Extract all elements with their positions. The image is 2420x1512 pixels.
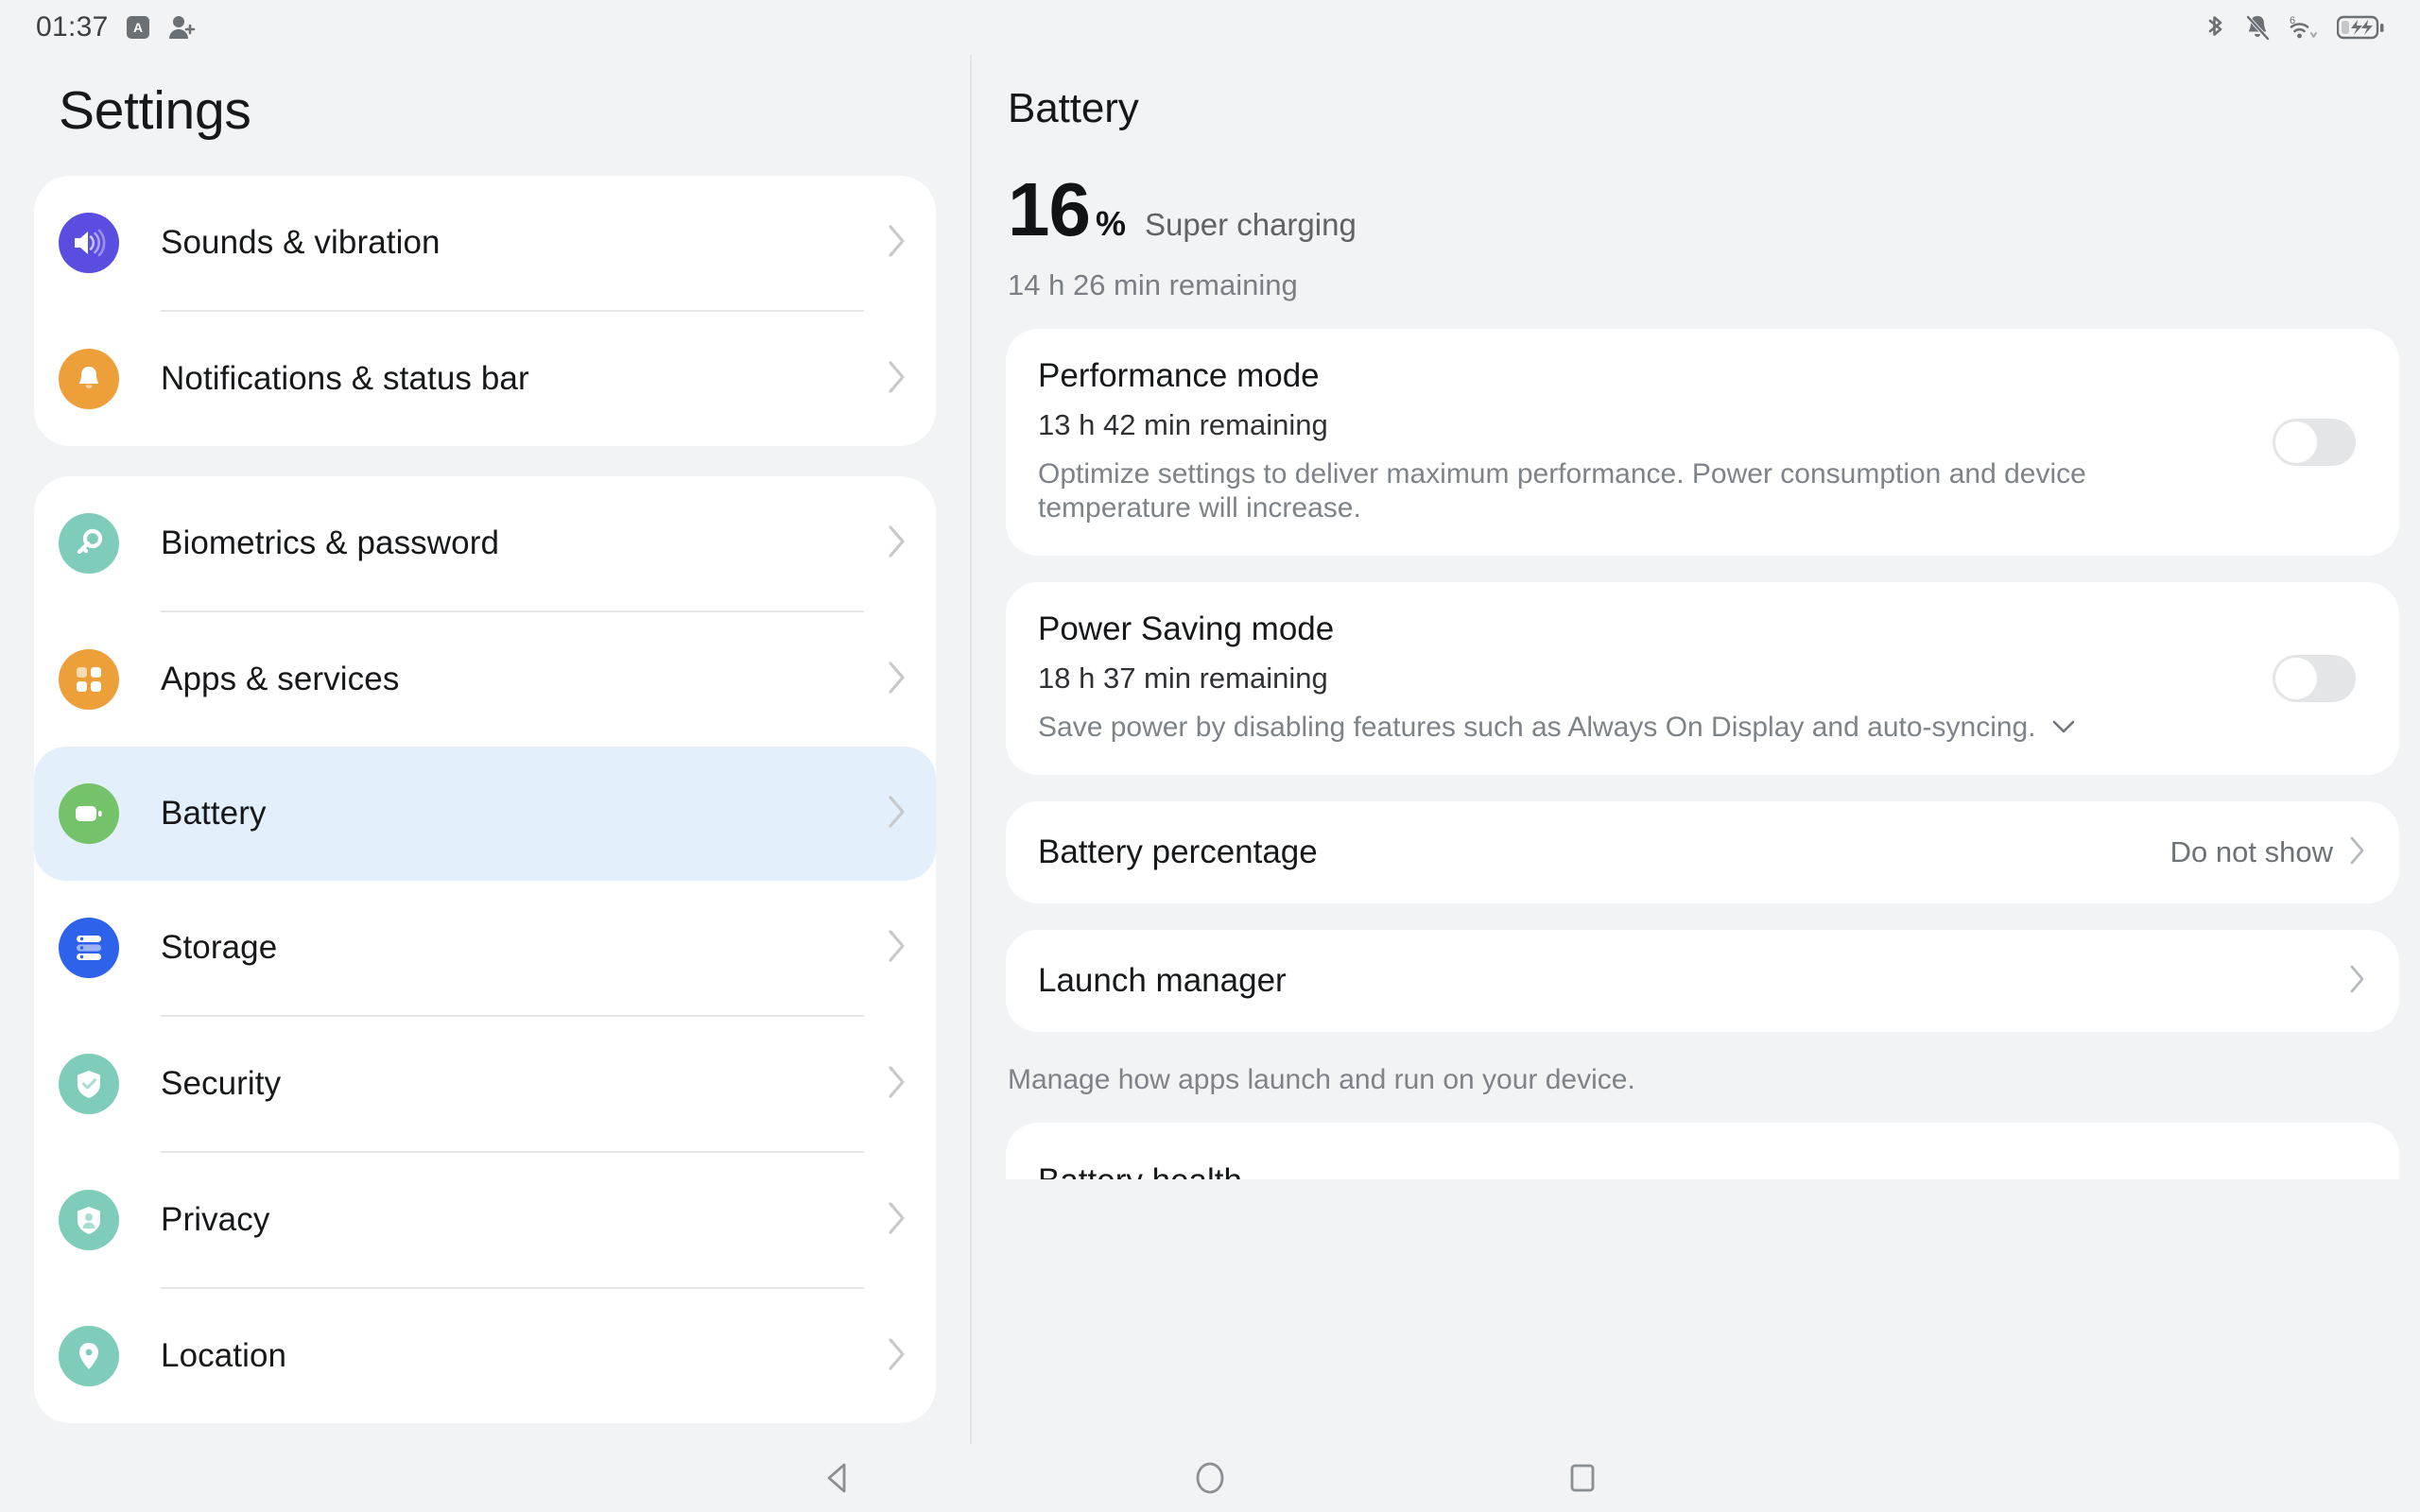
sidebar-item-notifications-status-bar[interactable]: Notifications & status bar: [34, 312, 936, 446]
text-selection-icon: A: [126, 15, 150, 40]
launch-manager-card[interactable]: Launch manager: [1006, 930, 2399, 1032]
battery-percentage-value: Do not show: [2169, 835, 2333, 868]
sidebar-item-label: Storage: [161, 929, 278, 966]
battery-detail-panel: Battery 16 % Super charging 14 h 26 min …: [974, 55, 2420, 1444]
shield-check-icon: [59, 1054, 119, 1114]
svg-text:A: A: [133, 20, 143, 35]
sidebar-item-label: Security: [161, 1065, 282, 1102]
battery-health-card[interactable]: Battery health: [1006, 1123, 2399, 1179]
recents-square-icon[interactable]: [1562, 1457, 1603, 1499]
chevron-right-icon: [887, 1336, 908, 1377]
power-saving-mode-description: Save power by disabling features such as…: [1038, 712, 2036, 743]
sidebar-group-1: Sounds & vibration Notifications & statu…: [34, 176, 936, 446]
chevron-right-icon: [887, 1064, 908, 1105]
apps-grid-icon: [59, 649, 119, 710]
sidebar-item-location[interactable]: Location: [34, 1289, 936, 1423]
power-saving-mode-remaining: 18 h 37 min remaining: [1038, 662, 1328, 695]
battery-percent-value: 16: [1008, 167, 1091, 251]
notifications-muted-icon: [2244, 13, 2271, 42]
sidebar-item-battery[interactable]: Battery: [34, 747, 936, 881]
sidebar-item-apps-services[interactable]: Apps & services: [34, 612, 936, 747]
home-circle-icon[interactable]: [1189, 1457, 1231, 1499]
power-saving-mode-card[interactable]: Power Saving mode 18 h 37 min remaining …: [1006, 582, 2399, 775]
bluetooth-icon: [2203, 13, 2228, 42]
sidebar-item-label: Apps & services: [161, 661, 400, 697]
chevron-right-icon: [887, 794, 908, 834]
status-bar: 01:37 A 6: [0, 0, 2420, 55]
sidebar-item-label: Notifications & status bar: [161, 360, 529, 397]
bell-icon: [59, 349, 119, 409]
sidebar-item-sounds-vibration[interactable]: Sounds & vibration: [34, 176, 936, 310]
key-icon: [59, 513, 119, 574]
chevron-right-icon: [887, 928, 908, 969]
chevron-right-icon: [887, 223, 908, 264]
status-clock: 01:37: [36, 11, 109, 43]
chevron-right-icon: [887, 524, 908, 564]
chevron-right-icon: [887, 359, 908, 400]
time-remaining-label: 14 h 26 min remaining: [1008, 268, 1298, 301]
battery-percentage-card[interactable]: Battery percentage Do not show: [1006, 801, 2399, 903]
sidebar-item-label: Battery: [161, 795, 267, 832]
charge-state-label: Super charging: [1145, 207, 1357, 242]
performance-mode-card[interactable]: Performance mode 13 h 42 min remaining O…: [1006, 329, 2399, 556]
settings-sidebar: Settings Sounds & vibration Notification…: [0, 55, 972, 1444]
speaker-icon: [59, 213, 119, 273]
performance-mode-title: Performance mode: [1038, 357, 1320, 394]
sidebar-item-label: Biometrics & password: [161, 524, 500, 561]
battery-icon: [59, 783, 119, 844]
sidebar-item-label: Privacy: [161, 1201, 270, 1238]
back-triangle-icon[interactable]: [817, 1457, 858, 1499]
wifi-6-icon: 6: [2287, 13, 2321, 42]
chevron-right-icon: [887, 1200, 908, 1241]
status-bar-left: 01:37 A: [36, 11, 196, 43]
battery-health-title: Battery health: [1006, 1123, 2399, 1179]
battery-charging-icon: [2337, 14, 2384, 41]
launch-manager-title: Launch manager: [1038, 962, 1287, 999]
page-title: Settings: [59, 80, 251, 141]
shield-person-icon: [59, 1190, 119, 1250]
sidebar-item-label: Sounds & vibration: [161, 224, 441, 261]
chevron-right-icon: [2348, 834, 2367, 871]
performance-mode-remaining: 13 h 42 min remaining: [1038, 408, 1328, 441]
sidebar-item-biometrics-password[interactable]: Biometrics & password: [34, 476, 936, 610]
toggle-knob: [2275, 658, 2317, 699]
system-navigation-bar: [0, 1444, 2420, 1512]
storage-icon: [59, 918, 119, 978]
add-person-icon: [167, 14, 196, 41]
location-pin-icon: [59, 1326, 119, 1386]
status-bar-right: 6: [2203, 13, 2384, 42]
settings-screen: 01:37 A 6 Settings Sounds & vibration No…: [0, 0, 2420, 1512]
toggle-knob: [2275, 421, 2317, 463]
launch-manager-note: Manage how apps launch and run on your d…: [1008, 1064, 1635, 1095]
chevron-right-icon: [887, 660, 908, 700]
sidebar-item-label: Location: [161, 1337, 287, 1374]
performance-mode-description: Optimize settings to deliver maximum per…: [1038, 458, 2086, 524]
battery-page-title: Battery: [1008, 85, 1139, 131]
sidebar-item-privacy[interactable]: Privacy: [34, 1153, 936, 1287]
power-saving-mode-toggle[interactable]: [2273, 655, 2356, 702]
performance-mode-toggle[interactable]: [2273, 419, 2356, 466]
sidebar-item-storage[interactable]: Storage: [34, 881, 936, 1015]
chevron-right-icon: [2348, 963, 2367, 1000]
chevron-down-icon[interactable]: [2049, 711, 2078, 745]
sidebar-item-security[interactable]: Security: [34, 1017, 936, 1151]
battery-percentage-title: Battery percentage: [1038, 833, 1318, 870]
percent-symbol: %: [1095, 204, 1126, 243]
power-saving-mode-title: Power Saving mode: [1038, 610, 1335, 647]
battery-summary: 16 % Super charging 14 h 26 min remainin…: [974, 132, 2420, 302]
sidebar-group-2: Biometrics & password Apps & services Ba…: [34, 476, 936, 1423]
